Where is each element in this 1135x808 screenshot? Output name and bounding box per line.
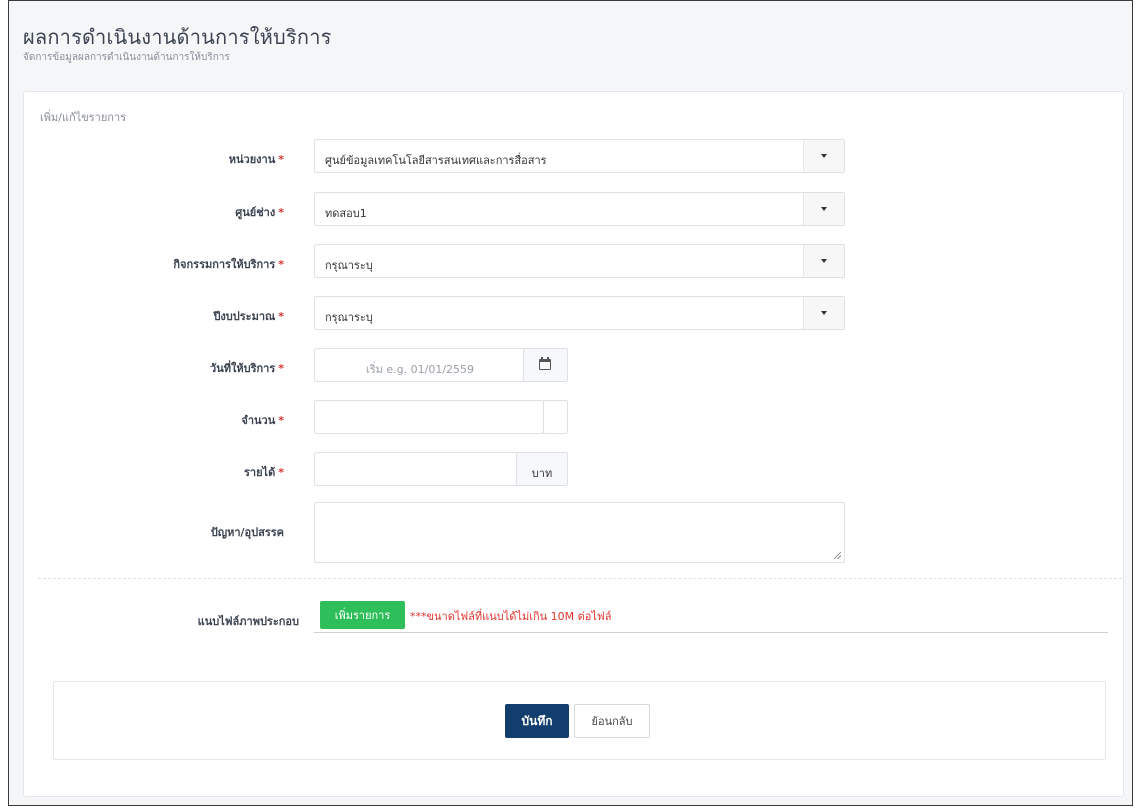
chevron-down-icon [821,259,827,263]
form-actions: บันทึก ย้อนกลับ [53,681,1106,760]
quantity-label: จำนวน * [241,414,284,427]
budget-year-select-toggle[interactable] [803,297,844,329]
unit-select-value: ศูนย์ข้อมูลเทคโนโลยีสารสนเทศและการสื่อสา… [325,154,547,167]
required-mark: * [278,258,284,271]
form-card: เพิ่ม/แก้ไขรายการ หน่วยงาน * ศูนย์ข้อมูลเ… [23,91,1124,797]
chevron-down-icon [821,311,827,315]
income-suffix: บาท [516,452,568,486]
required-mark: * [278,362,284,375]
attachments-label: แนบไฟล์ภาพประกอบ [197,615,299,628]
budget-year-label: ปีงบประมาณ * [213,310,284,323]
quantity-input[interactable] [314,400,544,434]
unit-select-toggle[interactable] [803,140,844,172]
service-date-input[interactable]: เริ่ม e.g. 01/01/2559 [314,348,524,382]
chevron-down-icon [821,207,827,211]
problems-textarea[interactable] [314,502,845,563]
center-select[interactable]: ทดสอบ1 [314,192,845,226]
budget-year-select-value: กรุณาระบุ [325,311,373,324]
currency-label: บาท [531,467,553,480]
calendar-icon [539,357,551,370]
unit-label: หน่วยงาน * [228,153,284,166]
problems-label: ปัญหา/อุปสรรค [210,526,284,539]
form-caption: เพิ่ม/แก้ไขรายการ [40,111,127,124]
page-subtitle: จัดการข้อมูลผลการดำเนินงานด้านการให้บริก… [23,52,230,63]
required-mark: * [278,310,284,323]
attachment-underline [314,632,1108,633]
attachment-size-note: ***ขนาดไฟล์ที่แนบได้ไม่เกิน 10M ต่อไฟล์ [410,610,612,623]
income-label: รายได้ * [244,466,284,479]
center-select-toggle[interactable] [803,193,844,225]
activity-select[interactable]: กรุณาระบุ [314,244,845,278]
required-mark: * [278,466,284,479]
section-divider [38,578,1122,579]
unit-select[interactable]: ศูนย์ข้อมูลเทคโนโลยีสารสนเทศและการสื่อสา… [314,139,845,173]
activity-select-value: กรุณาระบุ [325,259,373,272]
add-attachment-button[interactable]: เพิ่มรายการ [320,601,405,629]
income-input[interactable] [314,452,517,486]
budget-year-select[interactable]: กรุณาระบุ [314,296,845,330]
required-mark: * [278,206,284,219]
page-title: ผลการดำเนินงานด้านการให้บริการ [23,25,332,49]
required-mark: * [278,414,284,427]
resize-handle[interactable] [834,552,841,559]
activity-label: กิจกรรมการให้บริการ * [173,258,284,271]
quantity-addon [543,400,568,434]
center-select-value: ทดสอบ1 [325,207,367,220]
center-label: ศูนย์ช่าง * [235,206,284,219]
back-button[interactable]: ย้อนกลับ [574,704,650,738]
save-button[interactable]: บันทึก [505,704,569,738]
service-date-label: วันที่ให้บริการ * [210,362,284,375]
page-frame: ผลการดำเนินงานด้านการให้บริการ จัดการข้อ… [8,0,1133,806]
activity-select-toggle[interactable] [803,245,844,277]
required-mark: * [278,153,284,166]
calendar-button[interactable] [523,348,568,382]
chevron-down-icon [821,154,827,158]
service-date-placeholder: เริ่ม e.g. 01/01/2559 [365,363,475,376]
